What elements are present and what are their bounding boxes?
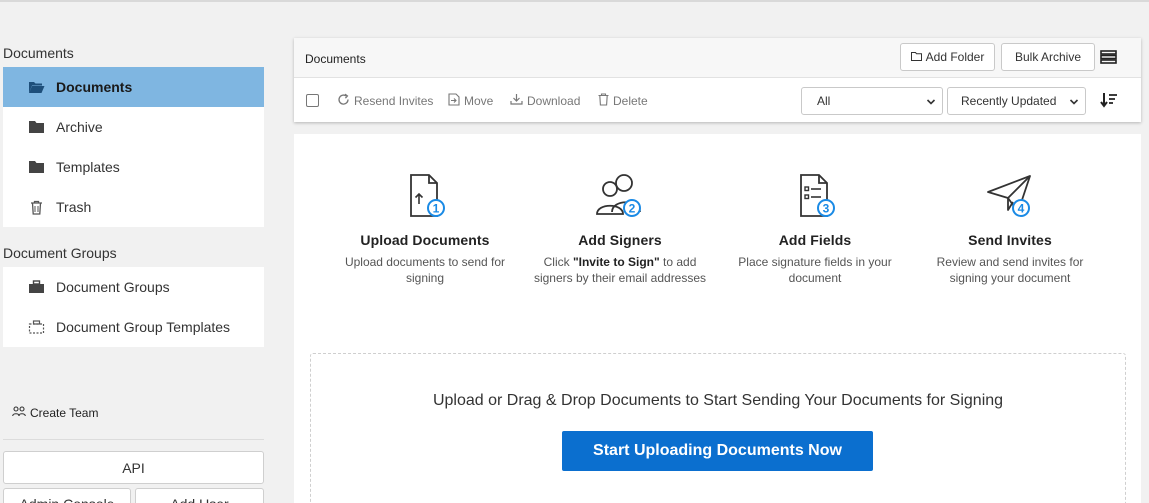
signers-icon: 2 xyxy=(596,174,641,217)
select-all-checkbox[interactable] xyxy=(306,94,319,107)
main-panel: 1 Upload Documents Upload documents to s… xyxy=(294,134,1141,503)
step-add-signers: 2 Add Signers Click "Invite to Sign" to … xyxy=(520,172,720,286)
folder-icon xyxy=(27,118,45,136)
sidebar-item-label: Templates xyxy=(56,159,120,175)
sidebar-item-label: Document Group Templates xyxy=(56,319,231,335)
start-uploading-button[interactable]: Start Uploading Documents Now xyxy=(562,431,873,471)
briefcase-outline-icon xyxy=(27,318,45,336)
sidebar: Documents Documents Archive Templates Tr… xyxy=(0,0,270,503)
upload-dropzone[interactable]: Upload or Drag & Drop Documents to Start… xyxy=(310,353,1126,503)
team-icon xyxy=(12,406,27,420)
trash-icon xyxy=(598,93,609,109)
step-title: Send Invites xyxy=(968,232,1052,248)
svg-text:2: 2 xyxy=(629,202,636,216)
filter-select-value: All xyxy=(817,94,831,108)
svg-text:1: 1 xyxy=(433,202,440,216)
step-add-fields: 3 Add Fields Place signature fields in y… xyxy=(715,172,915,286)
sidebar-item-trash[interactable]: Trash xyxy=(3,187,264,227)
move-label: Move xyxy=(464,94,494,108)
create-team-label: Create Team xyxy=(30,406,99,420)
briefcase-icon xyxy=(27,278,45,296)
dropzone-text: Upload or Drag & Drop Documents to Start… xyxy=(432,392,1004,409)
download-button[interactable]: Download xyxy=(510,93,580,108)
upload-document-icon: 1 xyxy=(410,174,445,217)
delete-button[interactable]: Delete xyxy=(598,93,648,109)
svg-text:4: 4 xyxy=(1018,202,1025,216)
move-button[interactable]: Move xyxy=(448,93,493,109)
step-description: Click "Invite to Sign" to add signers by… xyxy=(533,255,707,285)
refresh-icon xyxy=(337,93,350,109)
download-icon xyxy=(510,93,523,108)
filter-select[interactable]: All xyxy=(801,87,943,115)
sidebar-item-document-group-templates[interactable]: Document Group Templates xyxy=(3,307,264,347)
create-team-link[interactable]: Create Team xyxy=(12,406,98,420)
list-view-icon[interactable] xyxy=(1100,50,1117,64)
sort-select[interactable]: Recently Updated xyxy=(947,87,1086,115)
folder-outline-icon xyxy=(910,50,922,64)
step-title: Upload Documents xyxy=(360,232,490,248)
step-upload-documents: 1 Upload Documents Upload documents to s… xyxy=(325,172,525,286)
folder-icon xyxy=(27,158,45,176)
bulk-archive-button[interactable]: Bulk Archive xyxy=(1001,43,1095,71)
add-folder-button[interactable]: Add Folder xyxy=(900,43,995,71)
toolbar-title: Documents xyxy=(305,52,366,66)
step-title: Add Fields xyxy=(778,232,852,248)
chevron-down-icon xyxy=(1069,96,1079,110)
sidebar-divider xyxy=(3,439,264,440)
step-description: Review and send invites for signing your… xyxy=(936,255,1084,285)
sort-order-icon[interactable] xyxy=(1100,92,1118,108)
document-groups-section-title: Document Groups xyxy=(3,245,117,261)
toolbar-actions: Resend Invites Move Download Delete All xyxy=(294,78,1141,122)
api-button[interactable]: API xyxy=(3,451,264,484)
document-groups-nav: Document Groups Document Group Templates xyxy=(3,267,264,347)
delete-label: Delete xyxy=(613,94,648,108)
sidebar-item-archive[interactable]: Archive xyxy=(3,107,264,147)
step-description: Upload documents to send for signing xyxy=(344,255,506,285)
documents-section-title: Documents xyxy=(3,45,74,61)
sidebar-item-documents[interactable]: Documents xyxy=(3,67,264,107)
sidebar-item-label: Trash xyxy=(56,199,92,215)
chevron-down-icon xyxy=(926,96,936,110)
resend-invites-label: Resend Invites xyxy=(354,94,434,108)
download-label: Download xyxy=(527,93,581,108)
folder-open-icon xyxy=(27,78,45,96)
sidebar-item-label: Document Groups xyxy=(56,279,170,295)
sidebar-item-document-groups[interactable]: Document Groups xyxy=(3,267,264,307)
toolbar-header: Documents Add Folder Bulk Archive xyxy=(294,38,1141,78)
step-send-invites: 4 Send Invites Review and send invites f… xyxy=(910,172,1110,286)
step-description: Place signature fields in your document xyxy=(738,255,892,285)
documents-toolbar: Documents Add Folder Bulk Archive Resend… xyxy=(294,38,1141,122)
resend-invites-button[interactable]: Resend Invites xyxy=(337,93,433,109)
add-folder-label: Add Folder xyxy=(925,50,985,64)
sidebar-item-label: Documents xyxy=(56,79,133,95)
move-icon xyxy=(448,93,460,109)
paper-plane-icon: 4 xyxy=(987,175,1031,217)
sidebar-item-templates[interactable]: Templates xyxy=(3,147,264,187)
admin-console-button[interactable]: Admin Console xyxy=(3,488,131,503)
step-title: Add Signers xyxy=(578,232,662,248)
documents-nav: Documents Archive Templates Trash xyxy=(3,67,264,227)
trash-icon xyxy=(27,198,45,216)
svg-text:3: 3 xyxy=(823,202,830,216)
sort-select-value: Recently Updated xyxy=(961,94,1057,108)
fields-document-icon: 3 xyxy=(800,174,835,217)
sidebar-item-label: Archive xyxy=(56,119,103,135)
add-user-button[interactable]: Add User xyxy=(135,488,264,503)
